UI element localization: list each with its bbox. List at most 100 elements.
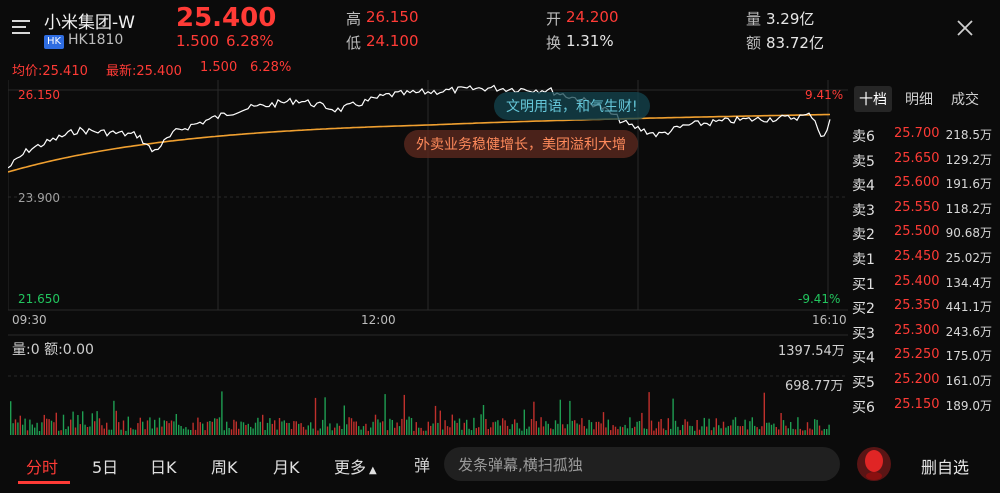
level-volume: 129.2万 (945, 152, 992, 167)
volume-bar (218, 417, 221, 435)
volume-bar (677, 426, 679, 435)
volume-bar (506, 425, 509, 435)
volume-bar (206, 421, 209, 435)
remove-watchlist-button[interactable]: 删自选 (921, 454, 969, 478)
volume-bar (84, 424, 86, 435)
volume-bar (473, 417, 475, 435)
volume-bar (365, 423, 367, 435)
volume-bar (670, 428, 672, 435)
volume-bar (696, 420, 698, 435)
tab-trades[interactable]: 成交 (946, 86, 984, 112)
volume-bar (655, 428, 657, 435)
avatar[interactable] (856, 446, 892, 482)
volume-bar (514, 419, 516, 435)
volume-bar (773, 423, 775, 435)
tab-daily-k[interactable]: 日K (150, 454, 177, 478)
volume-bar (348, 417, 350, 435)
volume-bar (322, 419, 324, 435)
danmaku-input[interactable]: 发条弹幕,横扫孤独 (444, 447, 840, 481)
volume-bar (816, 419, 818, 435)
active-tab-indicator (18, 481, 70, 484)
volume-bar (12, 423, 14, 435)
volume-bar (305, 429, 307, 435)
volume-bar (310, 422, 312, 435)
volume-bar (396, 422, 398, 435)
volume-bar (446, 426, 449, 435)
menu-icon[interactable] (12, 16, 34, 36)
volume-bar (41, 422, 43, 435)
tab-weekly-k[interactable]: 周K (211, 454, 238, 478)
volume-bar (216, 418, 218, 435)
volume-bar (422, 430, 425, 435)
danmaku-toggle-icon[interactable]: 弹 (414, 452, 430, 476)
volume-bar (106, 422, 108, 435)
volume-bar (631, 428, 633, 435)
volume-bar (314, 397, 317, 435)
volume-bar (768, 422, 770, 435)
volume-bar (778, 429, 780, 435)
volume-bar (353, 421, 355, 435)
volume-bar (518, 428, 521, 435)
volume-bar (523, 409, 525, 435)
volume-bar (574, 420, 576, 435)
volume-bar (480, 414, 482, 435)
volume-bar (449, 427, 451, 435)
volume-bar (581, 418, 583, 435)
volume-bar (547, 423, 549, 435)
volume-bar (247, 423, 249, 435)
level-label: 卖2 (852, 227, 875, 244)
volume-bar (137, 423, 139, 435)
volume-bar (715, 418, 717, 435)
volume-bar (679, 430, 681, 435)
level-label: 卖5 (852, 153, 875, 170)
volume-bar (43, 414, 45, 435)
volume-bar (811, 429, 813, 435)
volume-bar (235, 421, 237, 435)
danmaku-bubble: 文明用语，和气生财! (494, 92, 650, 120)
volume-bar (170, 420, 173, 435)
volume-bar (468, 428, 470, 435)
tab-ten-levels[interactable]: 十档 (854, 86, 892, 112)
level-price: 25.550 (894, 199, 940, 215)
volume-bar (197, 417, 199, 435)
volume-bar (593, 429, 595, 435)
volume-bar (245, 425, 247, 435)
volume-bar (722, 421, 725, 435)
volume-bar (204, 430, 206, 435)
orderbook-row: 买1 25.400 134.4万 (852, 274, 1000, 298)
close-icon[interactable] (955, 18, 975, 38)
level-price: 25.700 (894, 126, 940, 141)
volume-bar (485, 419, 487, 435)
volume-bar (586, 428, 588, 435)
volume-bar (564, 428, 566, 435)
volume-bar (775, 427, 777, 435)
volume-bar (487, 429, 489, 435)
volume-bar (530, 419, 533, 435)
volume-bar (566, 424, 569, 435)
volume-bar (814, 419, 816, 435)
volume-bar (142, 421, 144, 435)
level-price: 25.400 (894, 273, 940, 289)
volume-bar (684, 419, 686, 435)
volume-bar (386, 430, 389, 435)
amount-label: 额 (746, 34, 762, 52)
volume-bar (290, 429, 293, 435)
volume-bar (134, 429, 137, 435)
tab-monthly-k[interactable]: 月K (273, 454, 300, 478)
volume-bar (802, 430, 804, 435)
volume-bar (271, 423, 273, 435)
tab-5day[interactable]: 5日 (92, 454, 118, 478)
volume-bar (144, 429, 146, 435)
tab-more[interactable]: 更多 ▲ (334, 454, 377, 478)
level-price: 25.500 (894, 224, 940, 240)
volume-bar (250, 426, 252, 435)
level-volume: 243.6万 (945, 324, 992, 339)
volume-bar (794, 429, 797, 435)
volume-bar (283, 420, 285, 435)
volume-bar (158, 417, 161, 435)
volume-bar (626, 428, 629, 435)
turnover-label: 换 (546, 34, 562, 52)
tab-details[interactable]: 明细 (900, 86, 938, 112)
tab-intraday[interactable]: 分时 (26, 454, 58, 478)
stock-name: 小米集团-W (44, 13, 135, 33)
